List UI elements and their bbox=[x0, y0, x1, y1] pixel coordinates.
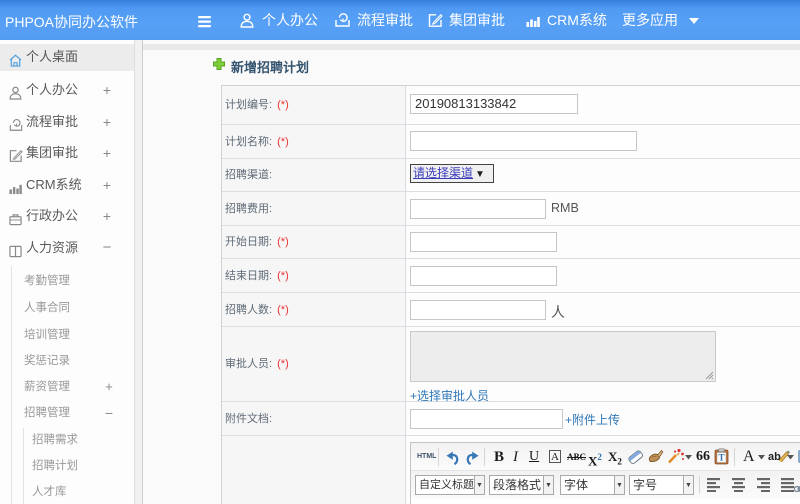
svg-text:T: T bbox=[718, 453, 724, 463]
